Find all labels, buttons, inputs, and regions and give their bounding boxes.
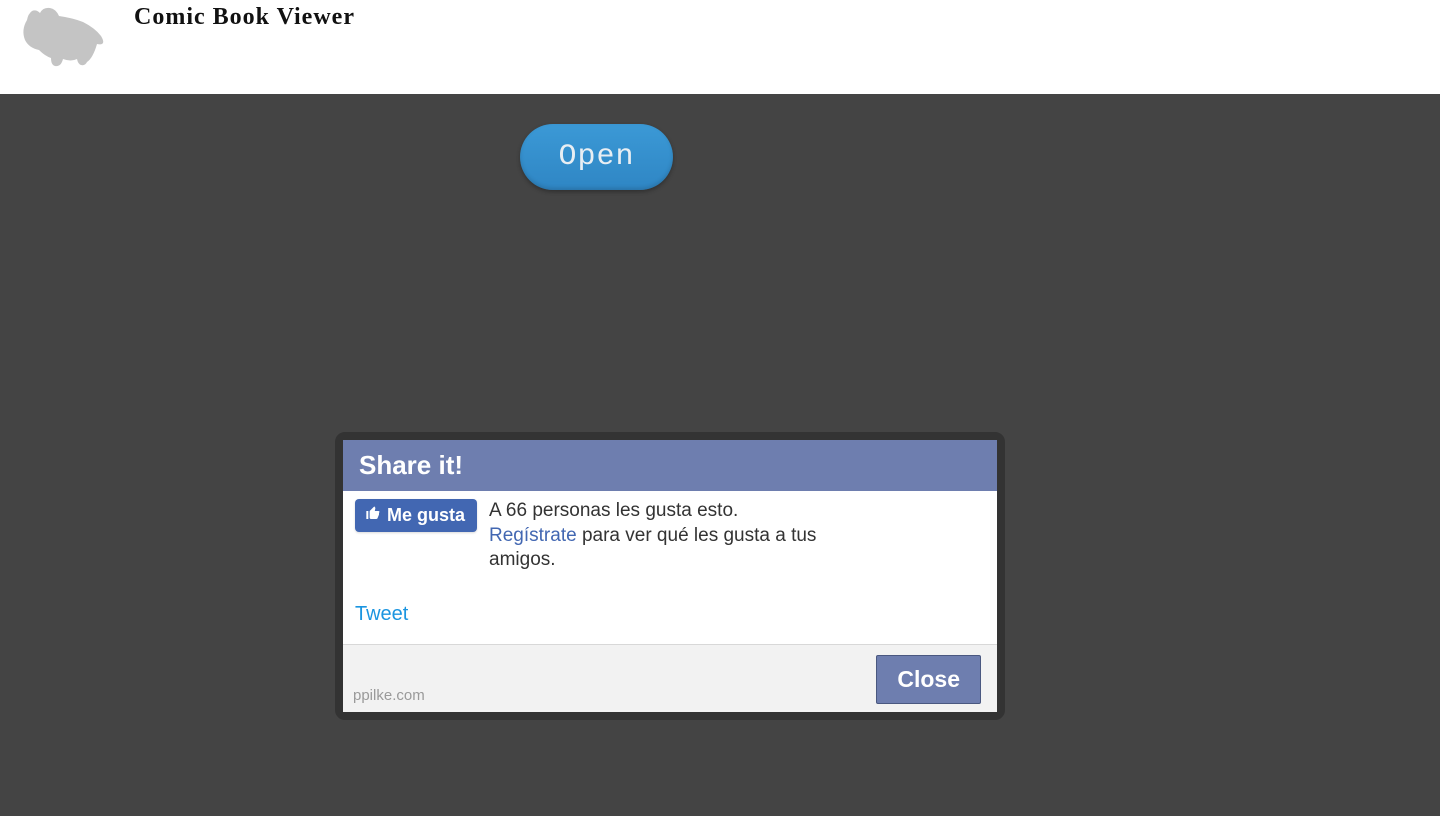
facebook-register-link[interactable]: Regístrate	[489, 525, 577, 546]
facebook-like-text: A 66 personas les gusta esto. Regístrate…	[489, 499, 819, 573]
footer-site-text: ppilke.com	[353, 687, 425, 704]
dialog-body: Me gusta A 66 personas les gusta esto. R…	[343, 491, 997, 644]
tweet-link[interactable]: Tweet	[355, 603, 408, 626]
facebook-like-label: Me gusta	[387, 505, 465, 526]
app-header: Comic Book Viewer	[0, 0, 1440, 94]
facebook-like-button[interactable]: Me gusta	[355, 499, 477, 532]
dialog-footer: ppilke.com Close	[343, 644, 997, 712]
share-dialog: Share it! Me gusta A 66 personas les gus…	[335, 432, 1005, 720]
app-title: Comic Book Viewer	[134, 4, 355, 31]
open-button[interactable]: Open	[520, 124, 672, 190]
facebook-text-pre: A 66 personas les gusta esto.	[489, 500, 738, 521]
close-button[interactable]: Close	[876, 655, 981, 704]
facebook-row: Me gusta A 66 personas les gusta esto. R…	[355, 499, 985, 573]
app-logo	[20, 0, 120, 70]
dialog-title: Share it!	[343, 440, 997, 491]
thumbs-up-icon	[365, 505, 381, 526]
